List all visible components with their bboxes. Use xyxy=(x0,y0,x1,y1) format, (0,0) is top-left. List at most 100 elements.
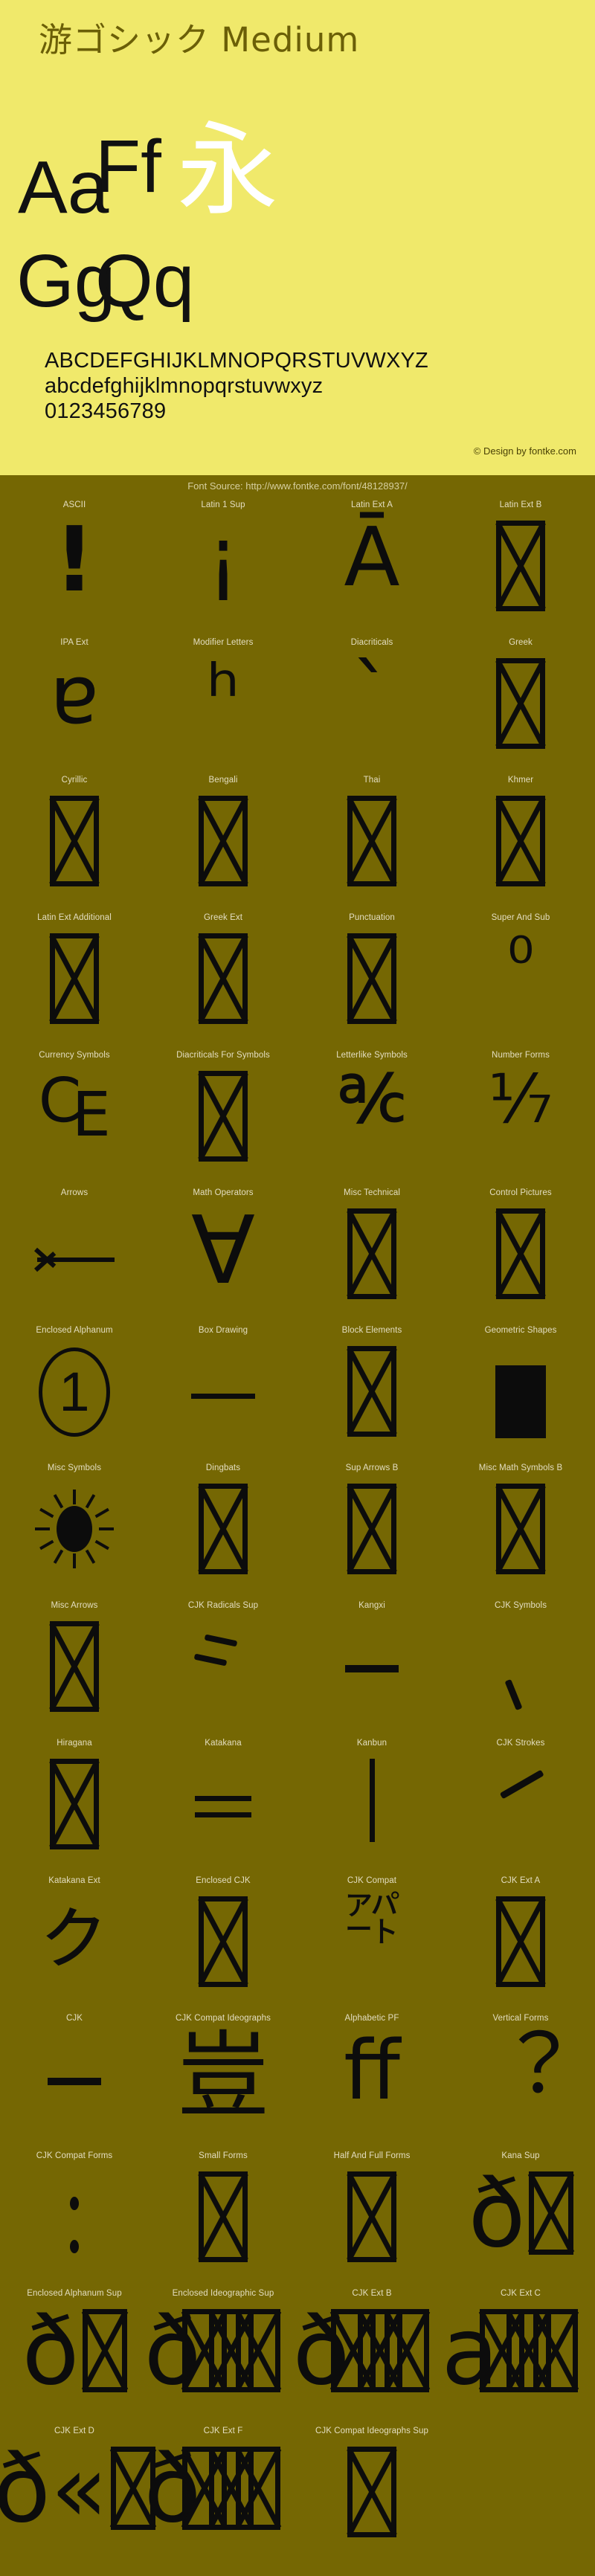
overflowing-glyph-cluster: ð xyxy=(292,2305,429,2398)
unicode-block-glyph: ð xyxy=(144,2305,298,2426)
tofu-box-icon xyxy=(384,2309,429,2392)
overflowing-glyph-pair: ð« xyxy=(0,2442,156,2536)
unicode-block-label: Greek Ext xyxy=(203,913,243,922)
block-sample-glyph: ㇰ xyxy=(33,1885,115,1980)
block-sample-glyph: ¡ xyxy=(206,509,240,605)
unicode-block-cell: Math Operators ∀ xyxy=(149,1188,298,1325)
unicode-block-cell: Enclosed Ideographic Sup ð xyxy=(144,2288,298,2426)
sample-glyph-qq: Qq xyxy=(95,239,195,323)
sample-glyph-ff: Ff xyxy=(95,125,161,208)
unicode-block-label: Greek xyxy=(509,638,533,647)
overflowing-glyph-pair: ð xyxy=(22,2305,127,2398)
unicode-block-glyph: a xyxy=(441,2305,595,2426)
tofu-box-icon xyxy=(528,2171,573,2255)
unicode-block-grid: ASCII! Latin 1 Sup ¡ Latin Ext A Ā Latin Ext … xyxy=(0,500,595,2563)
unicode-block-glyph: 1 xyxy=(0,1342,149,1463)
unicode-block-cell: Katakana Ext ㇰ xyxy=(0,1875,149,2013)
tofu-box-icon xyxy=(199,1071,248,1162)
block-sample-glyph: ð xyxy=(468,2159,526,2268)
unicode-block-label: Katakana Ext xyxy=(48,1876,100,1885)
unicode-block-glyph xyxy=(446,1479,595,1600)
unicode-block-glyph xyxy=(446,516,595,637)
tofu-box-icon xyxy=(347,796,396,886)
unicode-block-glyph xyxy=(446,1204,595,1325)
two-dots-icon xyxy=(70,2197,79,2283)
unicode-block-label: Punctuation xyxy=(349,913,395,922)
unicode-block-cell: CJK Radicals Sup xyxy=(149,1600,298,1738)
unicode-block-cell: Modifier Letters ʰ xyxy=(149,637,298,775)
unicode-block-cell: Kana Sup ð xyxy=(446,2151,595,2288)
unicode-block-glyph xyxy=(298,1754,446,1875)
unicode-block-label: CJK Compat Forms xyxy=(36,2151,113,2160)
tofu-box-icon xyxy=(82,2309,127,2392)
unicode-block-cell: CJK Compat Ideographs 豈 xyxy=(149,2013,298,2151)
unicode-block-glyph xyxy=(149,1617,298,1738)
tofu-box-icon xyxy=(496,521,545,611)
unicode-block-label: Misc Arrows xyxy=(51,1601,98,1610)
unicode-block-label: Dingbats xyxy=(205,1464,241,1472)
unicode-block-label: Alphabetic PF xyxy=(344,2014,399,2023)
unicode-block-glyph xyxy=(0,1754,149,1875)
unicode-block-glyph xyxy=(298,1479,446,1600)
block-sample-glyph: ︖ xyxy=(480,2023,562,2118)
unicode-block-glyph: ʰ xyxy=(149,654,298,775)
unicode-block-glyph xyxy=(149,1066,298,1188)
unicode-block-label: Latin Ext Additional xyxy=(37,913,112,922)
unicode-block-label: CJK Radicals Sup xyxy=(187,1601,259,1610)
unicode-block-label: CJK Compat xyxy=(347,1876,397,1885)
unicode-block-glyph xyxy=(446,654,595,775)
overflowing-glyph-cluster: ð xyxy=(144,2305,280,2398)
tofu-box-icon xyxy=(347,1346,396,1437)
unicode-block-cell: Greek Ext xyxy=(149,912,298,1050)
font-specimen-page: 游ゴシック Medium Aa Ff Gg Qq 永 ABCDEFGHIJKLM… xyxy=(0,0,595,2576)
unicode-block-cell: Letterlike Symbols ℀ xyxy=(298,1050,446,1188)
unicode-block-label: Super And Sub xyxy=(491,913,550,922)
vertical-line-icon xyxy=(369,1759,375,1842)
unicode-block-glyph: ð xyxy=(144,2442,298,2563)
unicode-block-cell: Control Pictures xyxy=(446,1188,595,1325)
tofu-box-icon xyxy=(50,796,99,886)
unicode-block-glyph: ㌀ xyxy=(298,1892,446,2013)
unicode-block-cell: Misc Math Symbols B xyxy=(446,1463,595,1600)
unicode-block-label: Katakana xyxy=(205,1739,242,1748)
unicode-block-label: CJK Strokes xyxy=(496,1739,545,1748)
unicode-block-label: CJK Ext A xyxy=(501,1876,541,1885)
tofu-box-icon xyxy=(199,1896,248,1987)
tofu-box-icon xyxy=(496,658,545,749)
unicode-block-label: Vertical Forms xyxy=(492,2014,549,2023)
unicode-block-label: IPA Ext xyxy=(60,638,89,647)
unicode-block-glyph: ﬀ xyxy=(298,2029,446,2151)
unicode-block-glyph xyxy=(149,791,298,912)
unicode-block-label: Latin Ext B xyxy=(499,500,542,509)
sun-icon xyxy=(33,1488,115,1570)
alphabet-uppercase: ABCDEFGHIJKLMNOPQRSTUVWXYZ xyxy=(45,349,428,373)
large-glyph-samples: Aa Ff Gg Qq 永 xyxy=(0,112,595,342)
unicode-block-cell: Small Forms xyxy=(149,2151,298,2288)
horizontal-line-icon xyxy=(191,1394,255,1399)
unicode-block-glyph xyxy=(149,1892,298,2013)
block-sample-glyph: ﬀ xyxy=(344,2023,400,2118)
block-sample-glyph: ⅐ xyxy=(488,1060,553,1139)
unicode-block-label: Kangxi xyxy=(358,1601,385,1610)
unicode-block-glyph xyxy=(298,1342,446,1463)
unicode-block-cell: Box Drawing xyxy=(149,1325,298,1463)
unicode-block-glyph: ɐ xyxy=(0,654,149,775)
unicode-block-glyph xyxy=(0,1204,149,1325)
unicode-block-cell: Dingbats xyxy=(149,1463,298,1600)
tofu-box-icon xyxy=(235,2309,280,2392)
unicode-block-glyph: ∀ xyxy=(149,1204,298,1325)
unicode-block-cell: Misc Technical xyxy=(298,1188,446,1325)
unicode-block-glyph xyxy=(446,791,595,912)
unicode-block-glyph xyxy=(0,2167,149,2288)
block-sample-glyph: ⁰ xyxy=(506,923,535,1001)
unicode-block-label: Enclosed CJK xyxy=(196,1876,251,1885)
unicode-block-cell: CJK xyxy=(0,2013,149,2151)
unicode-block-glyph: ð xyxy=(446,2167,595,2288)
unicode-block-glyph: ㇰ xyxy=(0,1892,149,2013)
unicode-block-cell: CJK Ext Ca xyxy=(441,2288,595,2426)
unicode-block-label: CJK Compat Ideographs Sup xyxy=(315,2427,429,2435)
unicode-block-cell: Number Forms ⅐ xyxy=(446,1050,595,1188)
sample-glyph-cjk: 永 xyxy=(177,112,278,230)
unicode-block-cell: Half And Full Forms xyxy=(298,2151,446,2288)
unicode-block-cell: Greek xyxy=(446,637,595,775)
